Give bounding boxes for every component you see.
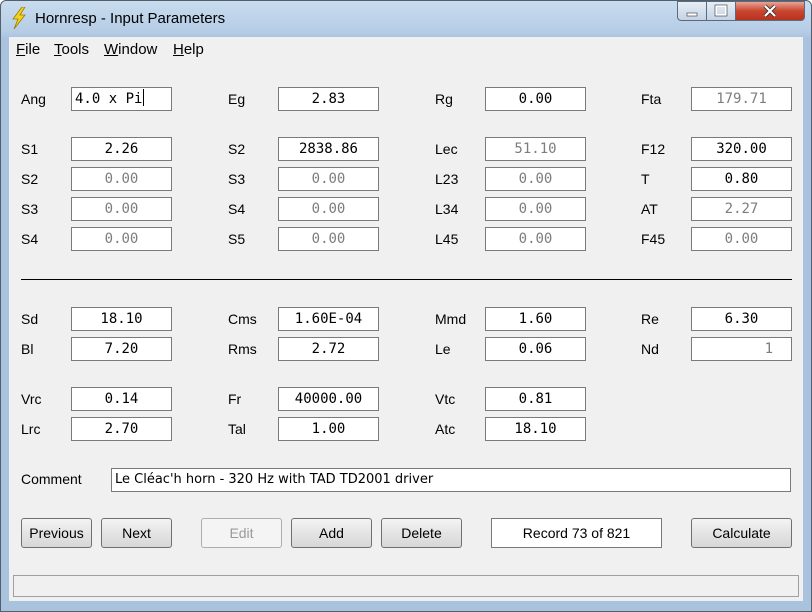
f45-field[interactable]: 0.00 xyxy=(691,227,792,251)
hornresp-window: Hornresp - Input Parameters File Tools W… xyxy=(0,0,812,612)
label-rg: Rg xyxy=(435,91,453,107)
label-s3: S3 xyxy=(21,201,39,217)
atc-field[interactable]: 18.10 xyxy=(485,417,586,441)
label-le: Le xyxy=(435,341,451,357)
label-lec: Lec xyxy=(435,141,458,157)
label-l45: L45 xyxy=(435,231,459,247)
rg-field[interactable]: 0.00 xyxy=(485,87,586,111)
add-button[interactable]: Add xyxy=(291,518,372,548)
s3-col2-field[interactable]: 0.00 xyxy=(278,167,379,191)
mmd-field[interactable]: 1.60 xyxy=(485,307,586,331)
maximize-icon xyxy=(714,4,728,17)
l34-field[interactable]: 0.00 xyxy=(485,197,586,221)
tal-field[interactable]: 1.00 xyxy=(278,417,379,441)
le-field[interactable]: 0.06 xyxy=(485,337,586,361)
label-cms: Cms xyxy=(228,311,257,327)
label-s3-col2: S3 xyxy=(228,171,246,187)
lightning-bolt-icon xyxy=(12,7,26,29)
fr-field[interactable]: 40000.00 xyxy=(278,387,379,411)
vrc-field[interactable]: 0.14 xyxy=(71,387,172,411)
label-l23: L23 xyxy=(435,171,459,187)
menu-bar: File Tools Window Help xyxy=(9,37,803,64)
input-parameters-panel: Ang 4.0 x Pi Eg 2.83 Rg 0.00 Fta 179.71 … xyxy=(9,63,803,601)
label-s2: S2 xyxy=(21,171,39,187)
ang-value: 4.0 x Pi xyxy=(75,91,143,107)
label-atc: Atc xyxy=(435,421,456,437)
label-s4-col2: S4 xyxy=(228,201,246,217)
lrc-field[interactable]: 2.70 xyxy=(71,417,172,441)
title-bar[interactable]: Hornresp - Input Parameters xyxy=(1,1,811,37)
label-at: AT xyxy=(641,201,658,217)
sd-field[interactable]: 18.10 xyxy=(71,307,172,331)
eg-field[interactable]: 2.83 xyxy=(278,87,379,111)
label-lrc: Lrc xyxy=(21,421,41,437)
s3-field[interactable]: 0.00 xyxy=(71,197,172,221)
s2-col2-field[interactable]: 2838.86 xyxy=(278,137,379,161)
s4-col2-field[interactable]: 0.00 xyxy=(278,197,379,221)
f12-field[interactable]: 320.00 xyxy=(691,137,792,161)
edit-button[interactable]: Edit xyxy=(201,518,282,548)
label-t: T xyxy=(641,171,650,187)
label-f45: F45 xyxy=(641,231,666,247)
record-indicator: Record 73 of 821 xyxy=(491,518,662,548)
l45-field[interactable]: 0.00 xyxy=(485,227,586,251)
label-s2-col2: S2 xyxy=(228,141,246,157)
label-ang: Ang xyxy=(21,91,46,107)
label-rms: Rms xyxy=(228,341,257,357)
text-caret xyxy=(143,89,145,106)
s1-field[interactable]: 2.26 xyxy=(71,137,172,161)
label-s4: S4 xyxy=(21,231,39,247)
menu-tools[interactable]: Tools xyxy=(54,41,89,58)
bl-field[interactable]: 7.20 xyxy=(71,337,172,361)
nd-field[interactable]: 1 xyxy=(691,337,792,361)
label-mmd: Mmd xyxy=(435,311,467,327)
cms-field[interactable]: 1.60E-04 xyxy=(278,307,379,331)
lec-field[interactable]: 51.10 xyxy=(485,137,586,161)
label-vtc: Vtc xyxy=(435,391,456,407)
section-divider xyxy=(21,279,792,280)
label-tal: Tal xyxy=(228,421,246,437)
label-vrc: Vrc xyxy=(21,391,42,407)
label-s1: S1 xyxy=(21,141,39,157)
rms-field[interactable]: 2.72 xyxy=(278,337,379,361)
label-s5: S5 xyxy=(228,231,246,247)
label-l34: L34 xyxy=(435,201,459,217)
label-f12: F12 xyxy=(641,141,666,157)
minimize-button[interactable] xyxy=(677,1,707,21)
menu-window[interactable]: Window xyxy=(104,41,157,58)
label-fr: Fr xyxy=(228,391,242,407)
label-fta: Fta xyxy=(641,91,662,107)
fta-field[interactable]: 179.71 xyxy=(691,87,792,111)
s2-field[interactable]: 0.00 xyxy=(71,167,172,191)
minimize-icon xyxy=(686,12,698,17)
l23-field[interactable]: 0.00 xyxy=(485,167,586,191)
comment-field[interactable]: Le Cléac'h horn - 320 Hz with TAD TD2001… xyxy=(111,468,791,492)
status-bar xyxy=(13,575,799,597)
label-bl: Bl xyxy=(21,341,34,357)
calculate-button[interactable]: Calculate xyxy=(691,518,792,548)
previous-button[interactable]: Previous xyxy=(21,518,92,548)
at-field[interactable]: 2.27 xyxy=(691,197,792,221)
next-button[interactable]: Next xyxy=(101,518,172,548)
menu-help[interactable]: Help xyxy=(173,41,204,58)
re-field[interactable]: 6.30 xyxy=(691,307,792,331)
label-comment: Comment xyxy=(21,471,82,487)
label-sd: Sd xyxy=(21,311,39,327)
maximize-button[interactable] xyxy=(706,1,736,21)
delete-button[interactable]: Delete xyxy=(381,518,462,548)
label-re: Re xyxy=(641,311,659,327)
close-icon xyxy=(763,4,777,18)
label-eg: Eg xyxy=(228,91,246,107)
ang-field[interactable]: 4.0 x Pi xyxy=(71,87,172,111)
close-button[interactable] xyxy=(735,1,805,21)
s4-field[interactable]: 0.00 xyxy=(71,227,172,251)
t-field[interactable]: 0.80 xyxy=(691,167,792,191)
menu-file[interactable]: File xyxy=(16,41,40,58)
label-nd: Nd xyxy=(641,341,659,357)
window-title: Hornresp - Input Parameters xyxy=(35,10,226,27)
vtc-field[interactable]: 0.81 xyxy=(485,387,586,411)
s5-field[interactable]: 0.00 xyxy=(278,227,379,251)
